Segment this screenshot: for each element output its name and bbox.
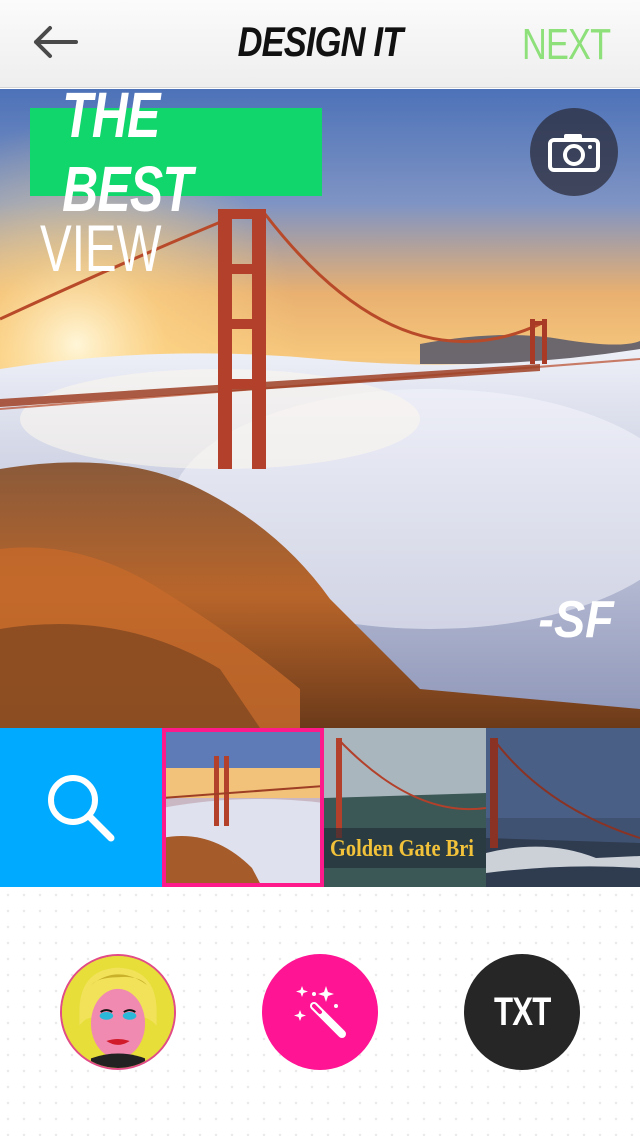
camera-button[interactable]: [530, 108, 618, 196]
magic-wand-icon: [294, 986, 346, 1038]
thumbnail-1[interactable]: [162, 728, 324, 887]
page-title: DESIGN IT: [237, 18, 404, 65]
thumbnail-2-image: [324, 728, 486, 887]
thumbnail-3-image: [486, 728, 640, 887]
image-strip: Golden Gate Bri: [0, 728, 640, 887]
thumbnail-3[interactable]: [486, 728, 640, 887]
caption-main-label: THE BEST: [62, 89, 193, 225]
magic-effects-button[interactable]: [262, 954, 378, 1070]
pop-art-portrait-icon: [62, 956, 174, 1068]
caption-text-main[interactable]: THE BEST: [30, 89, 322, 225]
add-text-button[interactable]: TXT: [464, 954, 580, 1070]
top-bar: DESIGN IT NEXT: [0, 0, 640, 88]
thumbnail-2-caption: Golden Gate Bri: [330, 836, 474, 862]
search-images-button[interactable]: [0, 728, 162, 887]
add-text-label: TXT: [493, 989, 551, 1034]
tool-panel: TXT: [0, 887, 640, 1136]
thumbnail-1-image: [162, 728, 324, 887]
signature-text[interactable]: -SF: [539, 590, 614, 650]
caption-text-sub[interactable]: VIEW: [40, 210, 161, 286]
next-button[interactable]: NEXT: [522, 20, 611, 70]
pop-art-filter-button[interactable]: [60, 954, 176, 1070]
thumbnail-2[interactable]: Golden Gate Bri: [324, 728, 486, 887]
design-canvas[interactable]: THE BEST VIEW -SF: [0, 89, 640, 728]
camera-icon: [548, 134, 600, 172]
search-icon: [48, 774, 115, 841]
